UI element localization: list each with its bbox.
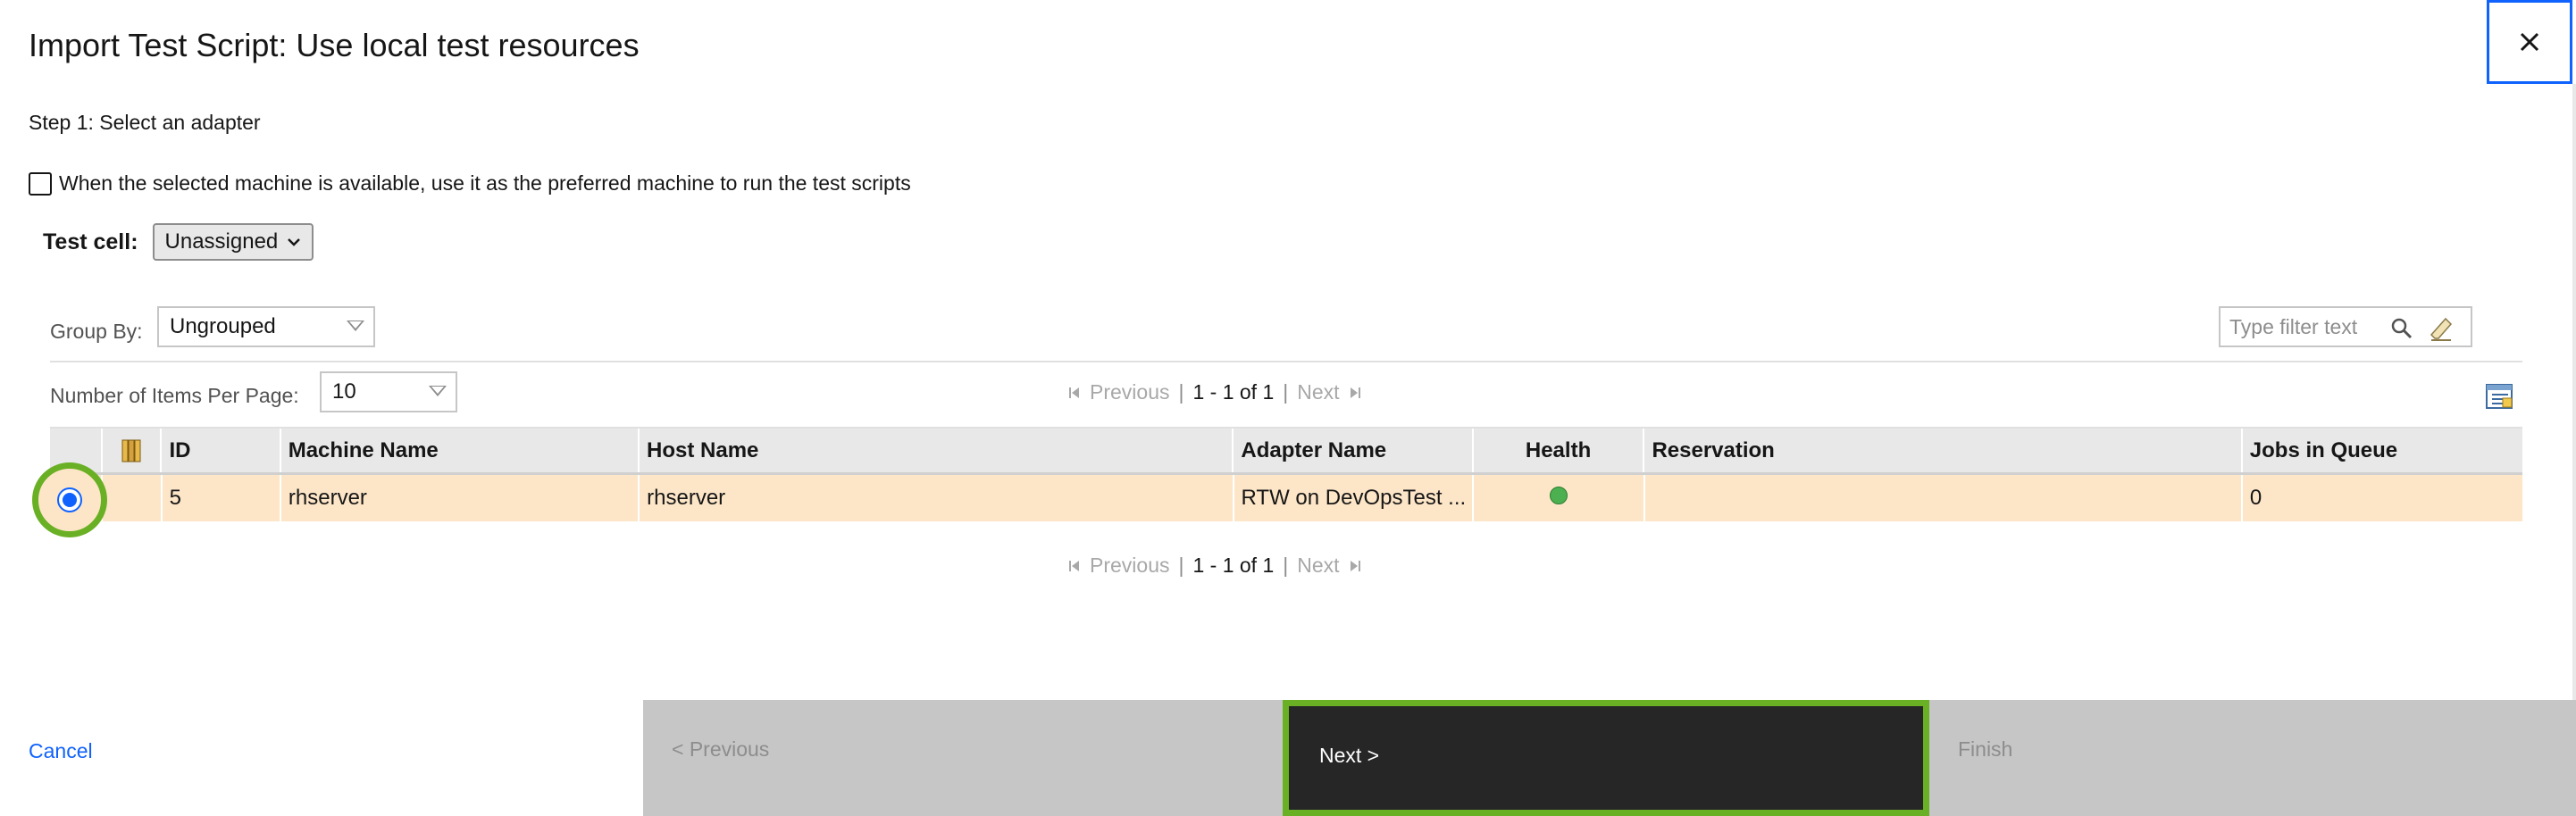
group-by-select[interactable]: Ungrouped: [157, 306, 375, 347]
pager-info: 1 - 1 of 1: [1192, 380, 1275, 404]
health-ok-icon: [1549, 487, 1568, 504]
dialog-title: Import Test Script: Use local test resou…: [29, 27, 640, 63]
column-chooser-header[interactable]: [103, 429, 163, 472]
column-header-adapter-name[interactable]: Adapter Name: [1234, 429, 1474, 472]
pager-top: Previous | 1 - 1 of 1 | Next: [1068, 380, 1361, 404]
cancel-button[interactable]: Cancel: [29, 739, 93, 763]
group-by-value: Ungrouped: [170, 314, 276, 338]
next-button[interactable]: Next >: [1283, 700, 1929, 816]
items-per-page-label: Number of Items Per Page:: [50, 384, 299, 407]
pager-previous-link[interactable]: Previous: [1090, 554, 1169, 578]
pager-next-link[interactable]: Next: [1297, 554, 1339, 578]
column-header-health[interactable]: Health: [1474, 429, 1645, 472]
table-row[interactable]: 5 rhserver rhserver RTW on DevOpsTest ..…: [50, 475, 2522, 521]
finish-button[interactable]: Finish: [1929, 700, 2576, 816]
cell-reservation: [1645, 475, 2243, 521]
cell-id: 5: [163, 475, 281, 521]
pager-info: 1 - 1 of 1: [1192, 554, 1275, 577]
last-page-icon[interactable]: [1349, 559, 1361, 573]
column-header-machine-name[interactable]: Machine Name: [281, 429, 640, 472]
preferred-machine-checkbox[interactable]: [29, 171, 52, 196]
toolbar-divider: [50, 361, 2522, 362]
step-label: Step 1: Select an adapter: [29, 111, 261, 134]
close-icon: [2520, 32, 2539, 52]
test-cell-select[interactable]: Unassigned: [152, 223, 314, 261]
pager-bottom: Previous | 1 - 1 of 1 | Next: [1068, 554, 1361, 578]
pager-separator: |: [1283, 554, 1289, 577]
pager-separator: |: [1178, 380, 1184, 404]
test-cell-row: Test cell: Unassigned: [43, 223, 314, 261]
previous-button[interactable]: < Previous: [643, 700, 1283, 816]
column-header-jobs-in-queue[interactable]: Jobs in Queue: [2243, 429, 2522, 472]
first-page-icon[interactable]: [1068, 559, 1081, 573]
import-test-script-dialog: Import Test Script: Use local test resou…: [0, 0, 2576, 816]
grid-toolbar: Group By: Ungrouped: [50, 306, 2522, 360]
column-settings-icon[interactable]: [2485, 382, 2515, 411]
column-header-reservation[interactable]: Reservation: [1644, 429, 2243, 472]
cell-jobs-in-queue: 0: [2249, 486, 2262, 510]
filter-input[interactable]: [2229, 314, 2399, 339]
column-header-id[interactable]: ID: [162, 429, 281, 472]
cell-host-name: rhserver: [640, 475, 1234, 521]
column-header-host-name[interactable]: Host Name: [640, 429, 1234, 472]
search-icon[interactable]: [2390, 317, 2413, 340]
test-cell-value: Unassigned: [164, 229, 279, 254]
table-header-row: ID Machine Name Host Name Adapter Name H…: [50, 427, 2522, 475]
dropdown-arrow-icon: [347, 321, 364, 331]
items-per-page-value: 10: [332, 379, 356, 404]
cell-machine-name: rhserver: [281, 475, 640, 521]
pager-previous-link[interactable]: Previous: [1090, 380, 1169, 404]
preferred-machine-row: When the selected machine is available, …: [29, 171, 911, 196]
first-page-icon[interactable]: [1068, 386, 1081, 400]
preferred-machine-label: When the selected machine is available, …: [59, 171, 911, 195]
column-chooser-icon: [121, 439, 141, 462]
clear-filter-icon[interactable]: [2428, 315, 2455, 342]
group-by-label: Group By:: [50, 320, 143, 343]
close-button[interactable]: [2487, 0, 2572, 84]
chevron-down-icon: [288, 238, 301, 246]
pager-separator: |: [1283, 380, 1289, 404]
dialog-right-edge: [2572, 84, 2576, 700]
row-select-radio[interactable]: [57, 487, 82, 512]
test-cell-label: Test cell:: [43, 229, 138, 254]
row-select-radio-highlight: [32, 462, 107, 537]
pager-next-link[interactable]: Next: [1297, 380, 1339, 404]
dropdown-arrow-icon: [429, 386, 447, 396]
filter-box: [2219, 306, 2472, 347]
pager-separator: |: [1178, 554, 1184, 577]
items-per-page-select[interactable]: 10: [320, 371, 457, 412]
adapter-table: ID Machine Name Host Name Adapter Name H…: [50, 427, 2522, 521]
row-spacer-cell: [103, 475, 163, 521]
dialog-footer: Cancel < Previous Next > Finish: [0, 700, 2576, 816]
radio-selected-dot: [63, 493, 77, 507]
cell-adapter-name: RTW on DevOpsTest ...: [1234, 475, 1474, 521]
last-page-icon[interactable]: [1349, 386, 1361, 400]
cell-health: [1474, 475, 1645, 521]
